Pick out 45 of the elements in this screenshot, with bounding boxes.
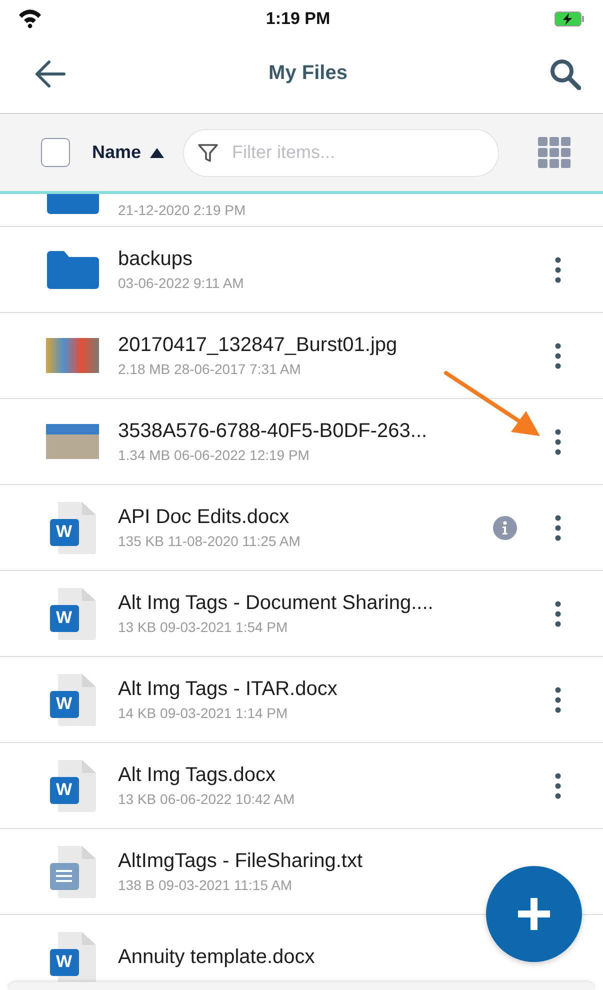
grid-view-button[interactable] bbox=[538, 137, 571, 168]
file-details: 13 KB 09-03-2021 1:54 PM bbox=[118, 619, 289, 635]
file-name: backups bbox=[118, 248, 194, 271]
photo-thumbnail bbox=[46, 424, 99, 459]
file-name: Alt Img Tags.docx bbox=[118, 764, 276, 787]
vertical-dots-icon bbox=[555, 428, 561, 454]
back-arrow-icon bbox=[34, 58, 67, 90]
file-details: 13 KB 06-06-2022 10:42 AM bbox=[118, 791, 296, 807]
file-details: 2.18 MB 28-06-2017 7:31 AM bbox=[118, 361, 302, 377]
plus-icon bbox=[516, 896, 552, 932]
folder-icon bbox=[46, 250, 98, 288]
file-name: AltImgTags - FileSharing.txt bbox=[118, 850, 364, 873]
vertical-dots-icon bbox=[555, 342, 561, 368]
file-details: 138 B 09-03-2021 11:15 AM bbox=[118, 877, 294, 893]
grid-icon bbox=[538, 137, 571, 168]
vertical-dots-icon bbox=[555, 686, 561, 712]
file-details: 1.34 MB 06-06-2022 12:19 PM bbox=[118, 447, 310, 463]
vertical-dots-icon bbox=[555, 256, 561, 282]
file-name: Alt Img Tags - Document Sharing.... bbox=[118, 592, 434, 615]
file-details: 14 KB 09-03-2021 1:14 PM bbox=[118, 705, 289, 721]
file-details: 135 KB 11-08-2020 11:25 AM bbox=[118, 533, 302, 549]
battery-charging-icon bbox=[554, 11, 585, 27]
search-button[interactable] bbox=[548, 58, 581, 90]
back-button[interactable] bbox=[34, 58, 67, 90]
vertical-dots-icon bbox=[555, 772, 561, 798]
file-name: 3538A576-6788-40F5-B0DF-263... bbox=[118, 420, 428, 443]
file-name: Alt Img Tags - ITAR.docx bbox=[118, 678, 338, 701]
status-time: 1:19 PM bbox=[264, 9, 332, 29]
filter-icon bbox=[197, 142, 220, 164]
file-name: Annuity template.docx bbox=[118, 946, 316, 969]
screen-title: My Files bbox=[268, 62, 348, 85]
filter-field[interactable]: Filter items... bbox=[183, 128, 500, 176]
wifi-icon bbox=[18, 9, 42, 29]
file-name: 20170417_132847_Burst01.jpg bbox=[118, 334, 398, 357]
photo-thumbnail bbox=[46, 338, 99, 373]
info-icon[interactable] bbox=[493, 516, 517, 540]
file-name: API Doc Edits.docx bbox=[118, 506, 290, 529]
search-icon bbox=[548, 58, 581, 90]
text-document-icon bbox=[50, 846, 96, 898]
file-details: 21-12-2020 2:19 PM bbox=[118, 202, 247, 218]
select-all-checkbox[interactable] bbox=[41, 138, 70, 167]
vertical-dots-icon bbox=[555, 514, 561, 540]
vertical-dots-icon bbox=[555, 600, 561, 626]
file-details: 03-06-2022 9:11 AM bbox=[118, 275, 245, 291]
sort-by-name-button[interactable]: Name bbox=[92, 142, 166, 163]
